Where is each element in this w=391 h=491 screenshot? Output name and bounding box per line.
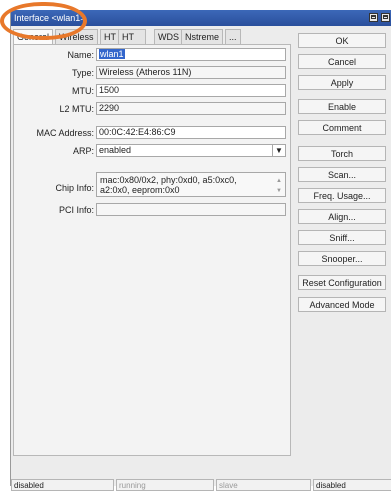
tab-wireless[interactable]: Wireless: [55, 29, 98, 44]
name-label: Name:: [67, 50, 94, 60]
chip-info-line-2: a2:0x0, eeprom:0x0: [100, 185, 180, 195]
scroll-down-icon[interactable]: ▼: [276, 186, 282, 196]
tab-nstreme[interactable]: Nstreme: [181, 29, 224, 44]
reset-configuration-button[interactable]: Reset Configuration: [298, 275, 386, 290]
status-enabled: disabled: [11, 479, 114, 491]
l2mtu-field: 2290: [96, 102, 286, 115]
dropdown-arrow-icon[interactable]: ▼: [272, 145, 285, 156]
type-field: Wireless (Atheros 11N): [96, 66, 286, 79]
name-value: wlan1: [99, 49, 125, 59]
apply-button[interactable]: Apply: [298, 75, 386, 90]
status-link: disabled: [313, 479, 391, 491]
status-slave: slave: [216, 479, 311, 491]
tab-more[interactable]: ...: [225, 29, 241, 44]
torch-button[interactable]: Torch: [298, 146, 386, 161]
pci-info-label: PCI Info:: [58, 205, 94, 215]
chip-info-line-1: mac:0x80/0x2, phy:0xd0, a5:0xc0,: [100, 175, 237, 185]
align-button[interactable]: Align...: [298, 209, 386, 224]
mtu-field[interactable]: 1500: [96, 84, 286, 97]
l2mtu-label: L2 MTU:: [59, 104, 94, 114]
snooper-button[interactable]: Snooper...: [298, 251, 386, 266]
tab-general[interactable]: General: [13, 29, 54, 45]
tab-wds[interactable]: WDS: [154, 29, 183, 44]
mac-address-field[interactable]: 00:0C:42:E4:86:C9: [96, 126, 286, 139]
comment-button[interactable]: Comment: [298, 120, 386, 135]
enable-button[interactable]: Enable: [298, 99, 386, 114]
interface-window: Interface <wlan1> General Wireless HT HT…: [10, 10, 391, 491]
arp-value: enabled: [99, 145, 132, 155]
sniff-button[interactable]: Sniff...: [298, 230, 386, 245]
ok-button[interactable]: OK: [298, 33, 386, 48]
scan-button[interactable]: Scan...: [298, 167, 386, 182]
maximize-icon[interactable]: [381, 13, 390, 22]
freq-usage-button[interactable]: Freq. Usage...: [298, 188, 386, 203]
window-title: Interface <wlan1>: [14, 13, 86, 23]
mtu-label: MTU:: [72, 86, 94, 96]
cancel-button[interactable]: Cancel: [298, 54, 386, 69]
arp-select[interactable]: enabled ▼: [96, 144, 286, 157]
restore-icon[interactable]: [369, 13, 378, 22]
arp-label: ARP:: [72, 146, 94, 156]
pci-info-field: [96, 203, 286, 216]
general-panel: Name: wlan1 Type: Wireless (Atheros 11N)…: [13, 44, 291, 456]
name-field[interactable]: wlan1: [96, 48, 286, 61]
tab-ht[interactable]: HT: [100, 29, 120, 44]
chip-info-box: mac:0x80/0x2, phy:0xd0, a5:0xc0, a2:0x0,…: [96, 172, 286, 197]
scroll-up-icon[interactable]: ▲: [276, 176, 282, 186]
mac-address-label: MAC Address:: [36, 128, 94, 138]
tab-ht-mcs[interactable]: HT MCS: [118, 29, 146, 56]
window-titlebar[interactable]: Interface <wlan1>: [11, 10, 391, 26]
chip-info-label: Chip Info:: [55, 183, 94, 193]
status-running: running: [116, 479, 214, 491]
type-label: Type:: [71, 68, 94, 78]
advanced-mode-button[interactable]: Advanced Mode: [298, 297, 386, 312]
